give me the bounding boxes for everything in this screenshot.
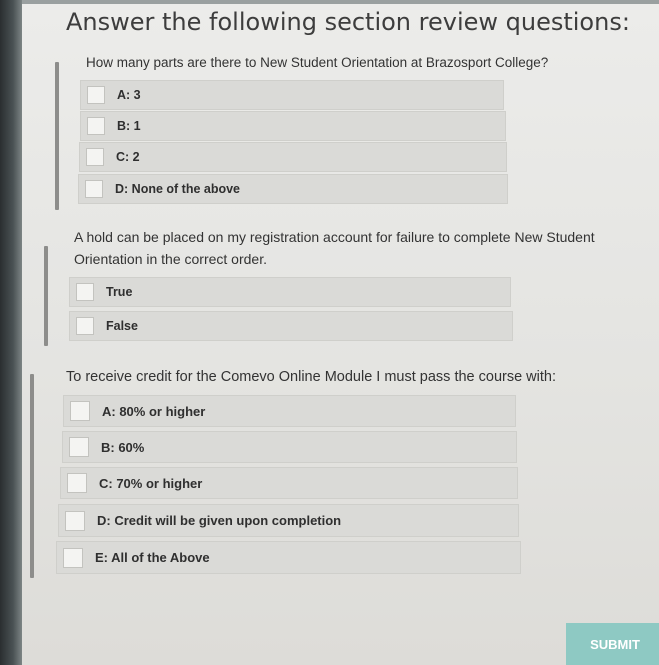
q3-option-d-checkbox[interactable] [65, 510, 85, 531]
q1-option-d-checkbox[interactable] [85, 180, 103, 198]
q1-option-c[interactable]: C: 2 [79, 142, 507, 172]
q1-option-d-label: D: None of the above [115, 182, 241, 196]
q3-option-d-label: D: Credit will be given upon completion [97, 513, 342, 528]
q2-option-true-checkbox[interactable] [76, 283, 94, 301]
page-title: Answer the following section review ques… [66, 8, 630, 36]
q3-option-b-checkbox[interactable] [69, 437, 89, 457]
q3-option-c-checkbox[interactable] [67, 473, 87, 493]
question-3-bar [30, 374, 34, 578]
q1-option-a-checkbox[interactable] [87, 86, 105, 104]
q1-option-b[interactable]: B: 1 [80, 111, 506, 141]
q1-option-c-checkbox[interactable] [86, 148, 104, 166]
q2-option-false-checkbox[interactable] [76, 317, 94, 335]
submit-button[interactable]: SUBMIT [566, 623, 659, 665]
review-page: Answer the following section review ques… [0, 0, 659, 665]
question-2-text: A hold can be placed on my registration … [74, 229, 595, 267]
q3-option-e[interactable]: E: All of the Above [56, 541, 521, 574]
q3-option-a-checkbox[interactable] [70, 401, 90, 421]
q3-option-b[interactable]: B: 60% [62, 431, 517, 463]
q2-option-false[interactable]: False [69, 311, 513, 341]
q1-option-b-label: B: 1 [117, 119, 141, 133]
q3-option-c-label: C: 70% or higher [99, 475, 203, 491]
question-1-bar [55, 62, 59, 210]
q1-option-a-label: A: 3 [117, 88, 141, 102]
q1-option-c-label: C: 2 [116, 150, 140, 164]
q2-option-false-label: False [106, 319, 138, 333]
q3-option-c[interactable]: C: 70% or higher [60, 467, 518, 499]
q3-option-b-label: B: 60% [101, 439, 145, 455]
q3-option-e-label: E: All of the Above [95, 550, 210, 565]
q1-option-d[interactable]: D: None of the above [78, 174, 508, 204]
q2-option-true-label: True [106, 285, 133, 299]
q1-option-a[interactable]: A: 3 [80, 80, 504, 110]
question-1-text: How many parts are there to New Student … [86, 55, 549, 70]
q3-option-d[interactable]: D: Credit will be given upon completion [58, 504, 519, 537]
top-strip [0, 0, 659, 4]
q2-option-true[interactable]: True [69, 277, 511, 307]
q3-option-a-label: A: 80% or higher [102, 403, 206, 419]
q1-option-b-checkbox[interactable] [87, 117, 105, 135]
q3-option-e-checkbox[interactable] [63, 547, 83, 568]
left-edge-background [0, 0, 22, 665]
q3-option-a[interactable]: A: 80% or higher [63, 395, 516, 427]
question-3-text: To receive credit for the Comevo Online … [66, 369, 556, 385]
question-2-bar [44, 246, 48, 346]
